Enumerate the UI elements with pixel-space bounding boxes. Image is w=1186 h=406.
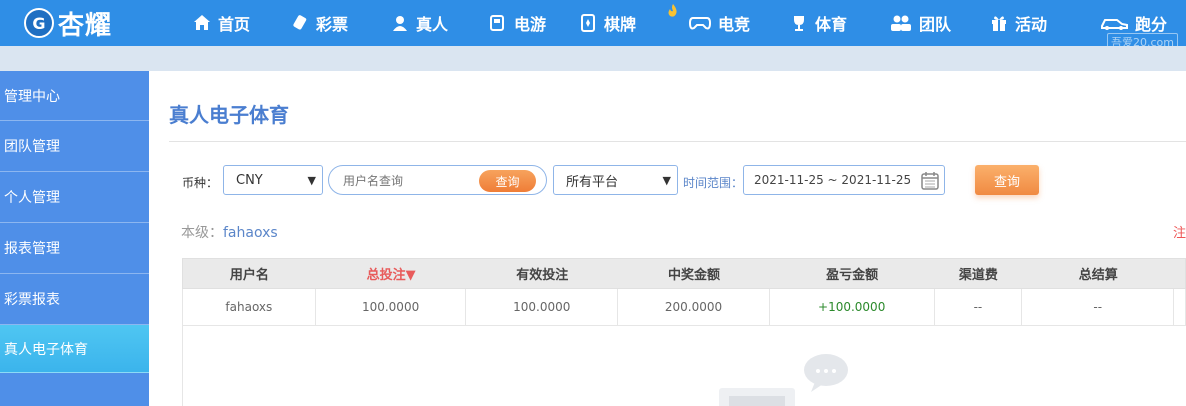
sidebar-item-label: 管理中心 <box>4 88 60 105</box>
sidebar-item-management-center[interactable]: 管理中心 <box>0 71 149 121</box>
query-button[interactable]: 查询 <box>975 165 1039 195</box>
cell-profit-loss: +100.0000 <box>770 289 935 325</box>
level-label: 本级： <box>181 225 223 241</box>
nav-label: 跑分 <box>1135 15 1168 34</box>
header-valid-bet: 有效投注 <box>516 268 569 283</box>
nav-item-events[interactable]: 活动 <box>989 0 1099 46</box>
sidebar-item-report-management[interactable]: 报表管理 <box>0 223 149 274</box>
cell-username[interactable]: fahaoxs <box>183 289 316 325</box>
team-icon <box>889 13 913 33</box>
top-navbar: G 杏耀 首页 彩票 真人 电游 棋牌 电竞 体育 团队 活动 跑分 吾爱20.… <box>0 0 1186 51</box>
table-row: fahaoxs 100.0000 100.0000 200.0000 +100.… <box>182 289 1186 326</box>
currency-select[interactable]: CNY ▼ <box>223 165 323 195</box>
header-total-bet[interactable]: 总投注▼ <box>316 259 467 288</box>
cell-total-bet: 100.0000 <box>316 289 467 325</box>
gift-icon <box>989 13 1009 33</box>
cell-channel-fee: -- <box>935 289 1023 325</box>
trophy-icon <box>789 13 809 33</box>
gamepad-icon <box>688 13 712 33</box>
edge-note-link[interactable]: 注 <box>1173 222 1186 241</box>
live-dealer-icon <box>390 13 410 33</box>
sidebar-item-team-management[interactable]: 团队管理 <box>0 121 149 172</box>
platform-value: 所有平台 <box>566 174 619 190</box>
currency-value: CNY <box>236 172 263 188</box>
sidebar-item-lottery-report[interactable]: 彩票报表 <box>0 274 149 325</box>
nav-item-sports[interactable]: 体育 <box>789 0 889 46</box>
nav-label: 体育 <box>815 15 848 34</box>
header-spacer <box>1174 259 1185 288</box>
filter-bar: 币种： CNY ▼ 查询 所有平台 ▼ 时间范围： 2021-11-25 ~ 2… <box>149 165 1186 197</box>
username-search: 查询 <box>328 165 547 195</box>
username-search-input[interactable] <box>343 172 473 190</box>
sidebar-item-label: 报表管理 <box>4 241 60 257</box>
table-header: 用户名 总投注▼ 有效投注 中奖金额 盈亏金额 渠道费 总结算 <box>182 258 1186 289</box>
username-search-button[interactable]: 查询 <box>479 170 536 192</box>
cell-winning-amount: 200.0000 <box>618 289 770 325</box>
slot-game-icon <box>488 13 508 33</box>
nav-item-lottery[interactable]: 彩票 <box>290 0 390 46</box>
time-range-label: 时间范围： <box>683 176 744 190</box>
nav-label: 团队 <box>919 15 952 34</box>
hot-flame-icon <box>668 4 677 17</box>
current-level: 本级：fahaoxs <box>181 222 278 242</box>
nav-item-chess[interactable]: 棋牌 <box>578 0 688 46</box>
sidebar-item-label: 个人管理 <box>4 190 60 206</box>
empty-chat-illustration-icon <box>719 354 848 406</box>
nav-item-team[interactable]: 团队 <box>889 0 989 46</box>
calendar-icon[interactable] <box>920 171 940 191</box>
nav-item-home[interactable]: 首页 <box>192 0 290 46</box>
nav-item-esports[interactable]: 电竞 <box>688 0 789 46</box>
nav-label: 彩票 <box>316 15 349 34</box>
sidebar-item-live-electronic-sports[interactable]: 真人电子体育 <box>0 325 149 373</box>
nav-label: 真人 <box>416 15 449 34</box>
home-icon <box>192 13 212 33</box>
date-range-input[interactable]: 2021-11-25 ~ 2021-11-25 <box>743 165 945 195</box>
logo-text: 杏耀 <box>58 10 113 41</box>
nav-label: 电游 <box>514 15 547 34</box>
chevron-down-icon: ▼ <box>662 174 671 187</box>
nav-label: 电竞 <box>718 15 751 34</box>
table-empty-area <box>182 326 1186 406</box>
header-profit-loss: 盈亏金额 <box>826 268 879 283</box>
title-divider <box>169 141 1186 142</box>
sidebar-item-label: 彩票报表 <box>4 292 60 308</box>
cell-valid-bet: 100.0000 <box>466 289 619 325</box>
sidebar-item-label: 团队管理 <box>4 139 60 155</box>
car-icon <box>1099 13 1129 33</box>
poker-card-icon <box>578 13 598 33</box>
currency-label: 币种： <box>182 176 219 190</box>
level-username-link[interactable]: fahaoxs <box>223 225 278 241</box>
header-total-settlement: 总结算 <box>1078 268 1118 283</box>
main-nav: 首页 彩票 真人 电游 棋牌 电竞 体育 团队 活动 跑分 <box>192 0 1175 46</box>
sidebar-item-label: 真人电子体育 <box>4 341 88 358</box>
header-username: 用户名 <box>229 268 269 283</box>
cell-spacer <box>1174 289 1185 325</box>
sidebar: 管理中心 团队管理 个人管理 报表管理 彩票报表 真人电子体育 <box>0 71 149 406</box>
header-channel-fee: 渠道费 <box>958 268 998 283</box>
report-table: 用户名 总投注▼ 有效投注 中奖金额 盈亏金额 渠道费 总结算 fahaoxs … <box>182 258 1186 326</box>
sub-header-strip <box>0 46 1186 71</box>
sidebar-item-personal-management[interactable]: 个人管理 <box>0 172 149 223</box>
logo-emblem: G <box>24 8 54 38</box>
nav-item-slots[interactable]: 电游 <box>488 0 578 46</box>
date-range-value: 2021-11-25 ~ 2021-11-25 <box>754 173 912 187</box>
main-content: 真人电子体育 币种： CNY ▼ 查询 所有平台 ▼ 时间范围： 2021-11… <box>149 71 1186 406</box>
nav-item-live[interactable]: 真人 <box>390 0 488 46</box>
nav-label: 棋牌 <box>604 15 637 34</box>
nav-label: 活动 <box>1015 15 1048 34</box>
chevron-down-icon: ▼ <box>307 174 316 187</box>
brand-logo[interactable]: G 杏耀 <box>24 4 112 42</box>
nav-label: 首页 <box>218 15 251 34</box>
lottery-icon <box>290 13 310 33</box>
platform-select[interactable]: 所有平台 ▼ <box>553 165 678 195</box>
header-winning-amount: 中奖金额 <box>667 268 720 283</box>
cell-total-settlement: -- <box>1022 289 1175 325</box>
page-title: 真人电子体育 <box>169 103 289 127</box>
